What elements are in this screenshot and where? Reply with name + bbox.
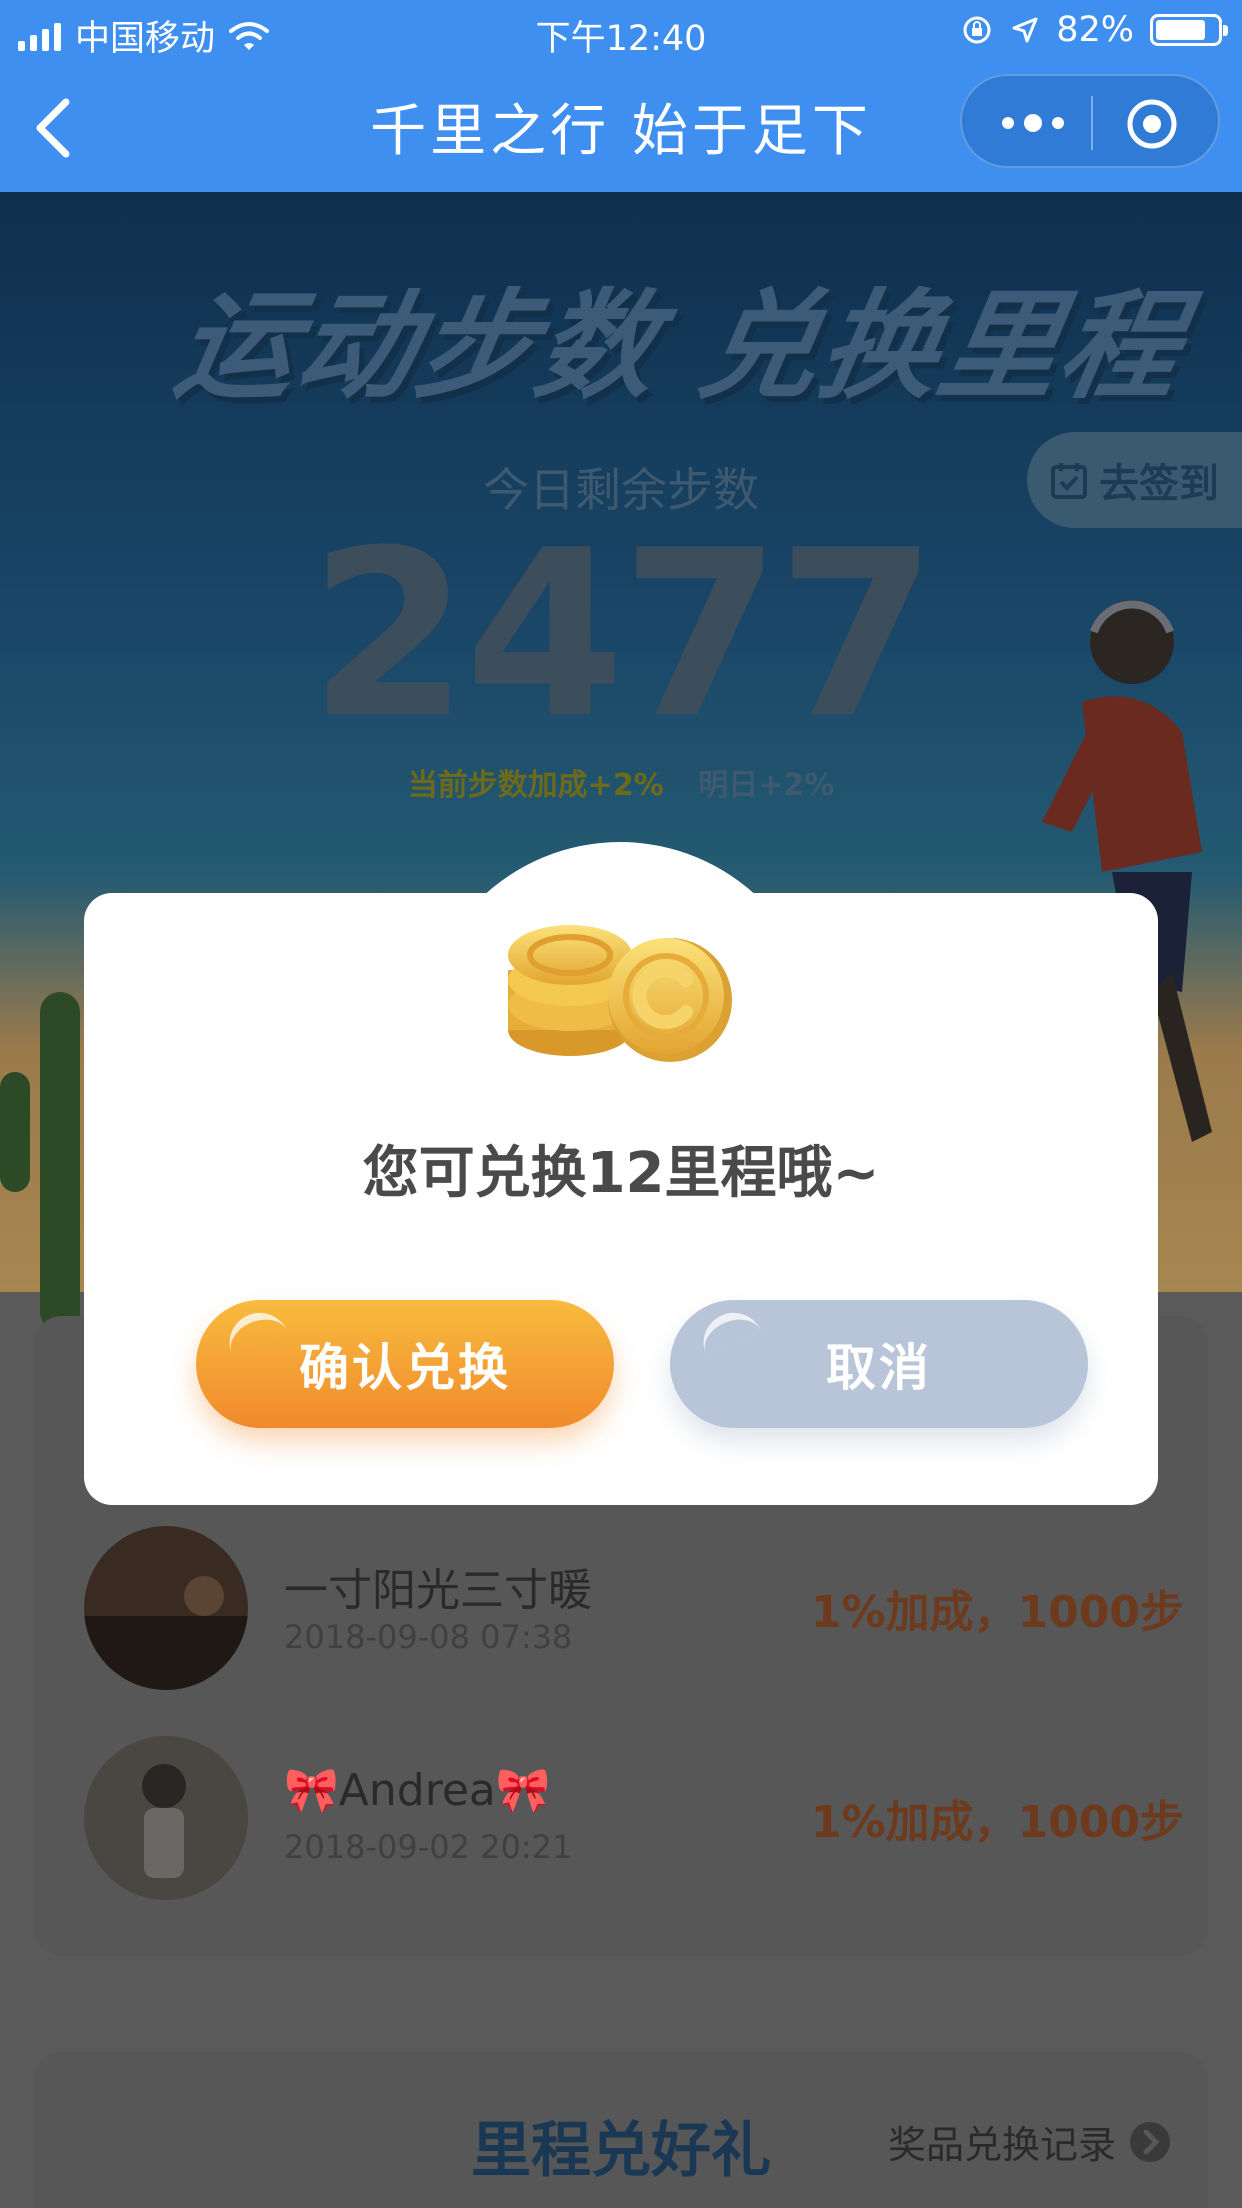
exchange-message: 您可兑换12里程哦~: [362, 1141, 880, 1206]
close-target-icon[interactable]: [1126, 98, 1178, 150]
more-dots-icon[interactable]: [998, 106, 1068, 140]
status-bar: 中国移动 下午12:40 82%: [0, 0, 1242, 62]
nav-bar: 千里之行 始于足下: [0, 62, 1242, 192]
miniprogram-capsule: [960, 74, 1220, 168]
cancel-label: 取消: [826, 1339, 932, 1397]
orientation-lock-icon: [963, 16, 991, 44]
confirm-exchange-button[interactable]: 确认兑换: [196, 1300, 614, 1428]
confirm-exchange-label: 确认兑换: [299, 1339, 511, 1397]
cancel-button[interactable]: 取消: [670, 1300, 1088, 1428]
battery-icon: [1150, 14, 1228, 46]
capsule-divider: [1091, 96, 1093, 150]
location-arrow-icon: [1012, 17, 1038, 43]
battery-percent: 82%: [1056, 10, 1134, 50]
gold-coins-icon: [508, 925, 732, 1062]
